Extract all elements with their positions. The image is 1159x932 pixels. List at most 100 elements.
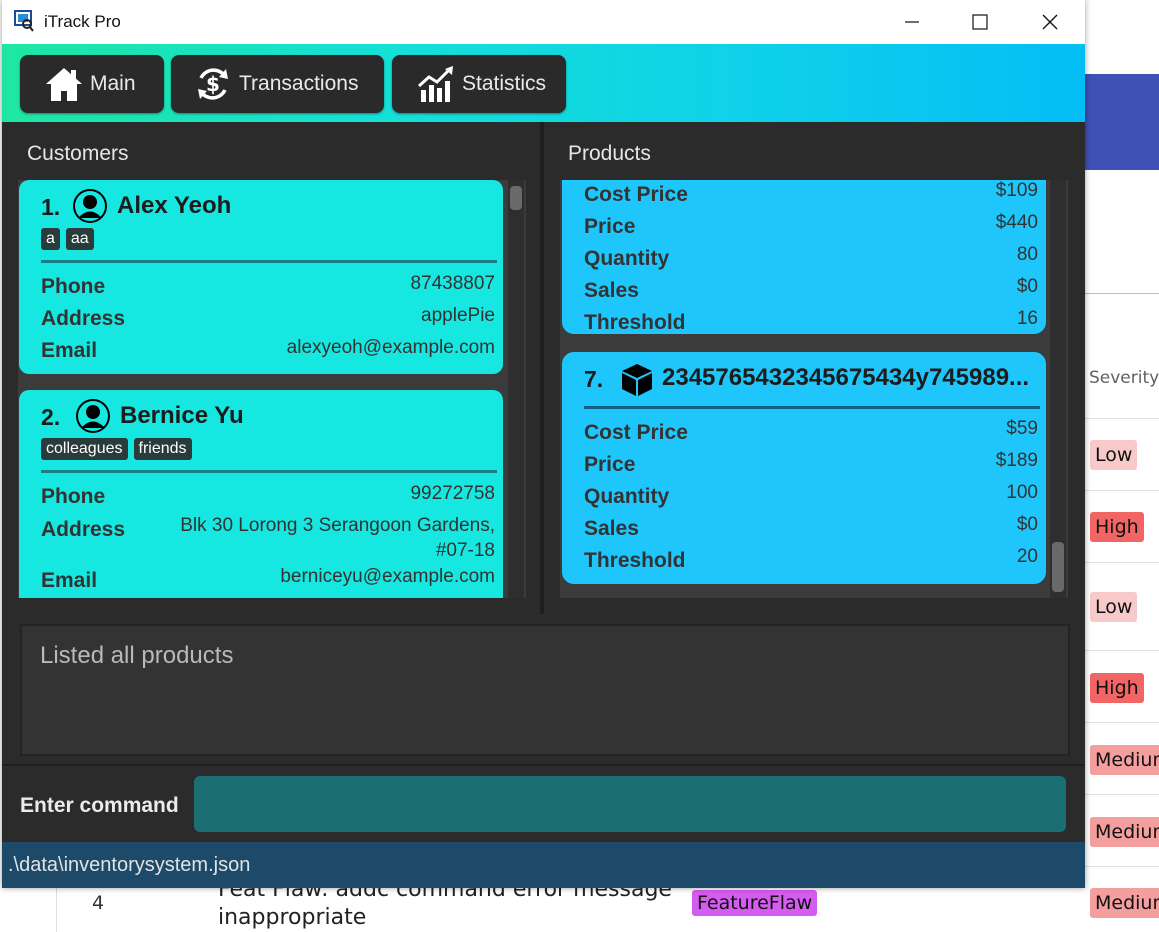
customer-name: Alex Yeoh xyxy=(117,192,232,219)
address-label: Address xyxy=(41,518,126,541)
data-file-path: .\data\inventorysystem.json xyxy=(8,854,251,876)
customer-scrollbar[interactable] xyxy=(508,180,524,598)
address-value-line2: #07-18 xyxy=(435,540,495,561)
title-bar[interactable]: iTrack Pro xyxy=(2,0,1085,44)
product-scroll-thumb[interactable] xyxy=(1052,542,1064,592)
nav-toolbar: Main $ Transactions Statistics xyxy=(2,44,1085,122)
products-title: Products xyxy=(568,142,651,165)
nav-main-label: Main xyxy=(90,72,136,95)
row-divider xyxy=(1085,418,1159,419)
customer-card[interactable]: 1. Alex Yeoh a aa Phone 87438807 Address… xyxy=(19,180,503,374)
product-name: 2345765432345675434y745989... xyxy=(662,364,1030,391)
issue-title-line: inappropriate xyxy=(218,905,367,930)
product-card[interactable]: 7. 2345765432345675434y745989... Cost Pr… xyxy=(562,352,1046,584)
cost-price-value: $109 xyxy=(995,180,1038,201)
severity-badge: Medium xyxy=(1090,888,1159,918)
threshold-value: 20 xyxy=(1016,546,1038,567)
email-value: berniceyu@example.com xyxy=(280,566,495,587)
row-divider xyxy=(1085,650,1159,651)
customer-scroll-thumb[interactable] xyxy=(510,186,522,210)
price-label: Price xyxy=(584,215,636,238)
main-panel: Customers Products 1. Alex Yeoh a aa Pho… xyxy=(2,122,1085,614)
product-index: 7. xyxy=(584,366,604,392)
threshold-label: Threshold xyxy=(584,311,686,334)
product-scrollbar[interactable] xyxy=(1050,180,1066,598)
phone-value: 87438807 xyxy=(410,273,495,294)
sales-value: $0 xyxy=(1016,514,1038,535)
address-value: applePie xyxy=(421,305,495,326)
nav-main-button[interactable]: Main xyxy=(20,55,164,113)
chart-up-icon xyxy=(417,66,453,102)
email-label: Email xyxy=(41,569,98,592)
severity-header: Severity xyxy=(1089,368,1159,388)
person-icon xyxy=(73,189,107,223)
dollar-cycle-icon: $ xyxy=(198,68,228,100)
customer-tags: a aa xyxy=(41,228,94,250)
address-label: Address xyxy=(41,307,126,330)
command-label: Enter command xyxy=(20,794,179,817)
minimize-icon xyxy=(905,21,919,23)
issue-type-tag: FeatureFlaw xyxy=(692,890,818,916)
price-value: $189 xyxy=(995,450,1038,471)
customer-index: 2. xyxy=(41,404,61,430)
customer-card[interactable]: 2. Bernice Yu colleagues friends Phone 9… xyxy=(19,390,503,598)
app-window: iTrack Pro Main $ Transactions Statistic… xyxy=(2,0,1085,888)
product-card[interactable]: Cost Price $109 Price $440 Quantity 80 S… xyxy=(562,180,1046,334)
command-input[interactable] xyxy=(194,776,1066,832)
background-blue-header xyxy=(1085,74,1159,170)
price-value: $440 xyxy=(995,212,1038,233)
quantity-value: 80 xyxy=(1016,244,1038,265)
customer-tag: colleagues xyxy=(41,438,128,460)
command-bar: Enter command xyxy=(2,764,1085,844)
row-divider xyxy=(1085,794,1159,795)
nav-statistics-label: Statistics xyxy=(462,72,547,95)
result-display[interactable]: Listed all products xyxy=(20,624,1070,756)
row-divider xyxy=(1085,866,1159,867)
severity-badge: High xyxy=(1090,673,1144,703)
nav-transactions-label: Transactions xyxy=(239,72,359,95)
cube-icon xyxy=(622,364,652,396)
maximize-button[interactable] xyxy=(965,8,995,36)
maximize-icon xyxy=(972,14,988,30)
quantity-label: Quantity xyxy=(584,485,670,508)
customer-name: Bernice Yu xyxy=(120,402,244,429)
issue-number: 4 xyxy=(92,892,105,914)
customer-list[interactable]: 1. Alex Yeoh a aa Phone 87438807 Address… xyxy=(18,180,526,598)
row-divider xyxy=(1085,562,1159,563)
cost-price-label: Cost Price xyxy=(584,421,688,444)
close-button[interactable] xyxy=(1035,8,1065,36)
background-severity-column: Severity Low High Low High Medium Medium… xyxy=(1085,334,1159,932)
severity-badge: Low xyxy=(1090,592,1138,622)
nav-transactions-button[interactable]: $ Transactions xyxy=(171,55,384,113)
cost-price-label: Cost Price xyxy=(584,183,688,206)
phone-label: Phone xyxy=(41,485,106,508)
sales-value: $0 xyxy=(1016,276,1038,297)
pane-divider[interactable] xyxy=(540,122,544,614)
cost-price-value: $59 xyxy=(1006,418,1038,439)
customer-tags: colleagues friends xyxy=(41,438,192,460)
close-icon xyxy=(1042,14,1058,30)
phone-value: 99272758 xyxy=(410,483,495,504)
card-separator xyxy=(41,470,497,473)
email-value: alexyeoh@example.com xyxy=(286,337,495,358)
quantity-value: 100 xyxy=(1006,482,1038,503)
phone-label: Phone xyxy=(41,275,106,298)
customer-index: 1. xyxy=(41,194,61,220)
status-bar: .\data\inventorysystem.json xyxy=(2,842,1085,888)
result-text: Listed all products xyxy=(40,642,234,669)
house-icon xyxy=(46,68,82,101)
card-separator xyxy=(584,406,1040,409)
row-divider xyxy=(1085,722,1159,723)
severity-badge: Medium xyxy=(1090,817,1159,847)
minimize-button[interactable] xyxy=(897,8,927,36)
customers-title: Customers xyxy=(27,142,129,165)
quantity-label: Quantity xyxy=(584,247,670,270)
address-value: Blk 30 Lorong 3 Serangoon Gardens, xyxy=(180,515,495,536)
email-label: Email xyxy=(41,339,98,362)
nav-statistics-button[interactable]: Statistics xyxy=(392,55,566,113)
product-list[interactable]: Cost Price $109 Price $440 Quantity 80 S… xyxy=(560,180,1068,598)
person-icon xyxy=(76,399,110,433)
price-label: Price xyxy=(584,453,636,476)
sales-label: Sales xyxy=(584,517,639,540)
itrack-app-icon xyxy=(14,10,34,32)
